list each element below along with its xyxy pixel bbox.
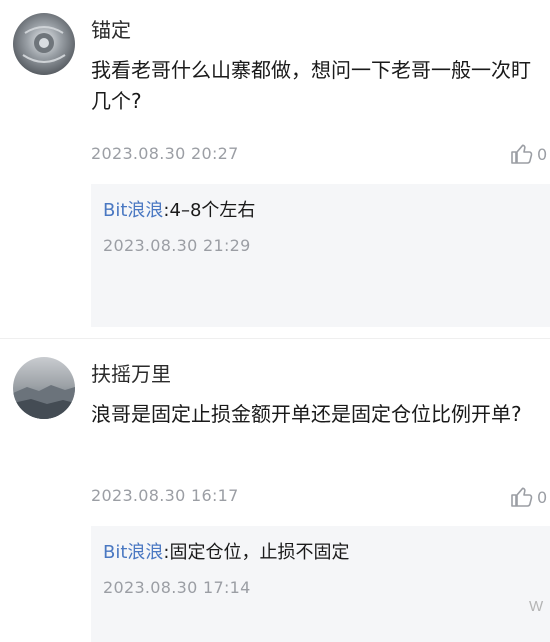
reply-line: Bit浪浪:4–8个左右 bbox=[103, 198, 255, 224]
comment-time: 2023.08.30 16:17 bbox=[91, 486, 239, 505]
comment-text: 浪哥是固定止损金额开单还是固定仓位比例开单? bbox=[91, 402, 522, 426]
thumbs-up-icon bbox=[511, 144, 533, 164]
comment-username[interactable]: 锚定 bbox=[91, 17, 131, 43]
comment-time: 2023.08.30 20:27 bbox=[91, 144, 239, 163]
reply-author[interactable]: Bit浪浪 bbox=[103, 200, 163, 221]
comment-item: 扶摇万里 浪哥是固定止损金额开单还是固定仓位比例开单? 2023.08.30 1… bbox=[0, 340, 550, 642]
reply-author[interactable]: Bit浪浪 bbox=[103, 542, 163, 563]
avatar[interactable] bbox=[13, 357, 75, 419]
comment-username[interactable]: 扶摇万里 bbox=[91, 361, 171, 387]
avatar-image bbox=[13, 357, 75, 419]
comment-item: 锚定 我看老哥什么山寨都做，想问一下老哥一般一次盯几个? 2023.08.30 … bbox=[0, 0, 550, 338]
thumbs-up-icon bbox=[511, 487, 533, 507]
divider bbox=[0, 338, 550, 339]
like-count: 0 bbox=[537, 144, 548, 164]
reply-time: 2023.08.30 17:14 bbox=[103, 578, 251, 597]
comment-list: 锚定 我看老哥什么山寨都做，想问一下老哥一般一次盯几个? 2023.08.30 … bbox=[0, 0, 550, 642]
like-button[interactable]: 0 bbox=[510, 141, 547, 167]
avatar-image bbox=[13, 13, 75, 75]
like-count: 0 bbox=[537, 487, 548, 507]
reply-text: 4–8个左右 bbox=[169, 200, 256, 221]
avatar[interactable] bbox=[13, 13, 75, 75]
reply-text: 固定仓位，止损不固定 bbox=[169, 542, 350, 563]
reply-box: Bit浪浪:4–8个左右 2023.08.30 21:29 bbox=[91, 184, 550, 327]
like-button[interactable]: 0 bbox=[510, 484, 547, 510]
reply-line: Bit浪浪:固定仓位，止损不固定 bbox=[103, 540, 350, 566]
reply-time: 2023.08.30 21:29 bbox=[103, 236, 251, 255]
comment-text: 我看老哥什么山寨都做，想问一下老哥一般一次盯几个? bbox=[91, 58, 531, 113]
watermark: W bbox=[529, 598, 544, 615]
reply-box: Bit浪浪:固定仓位，止损不固定 2023.08.30 17:14 bbox=[91, 526, 550, 642]
